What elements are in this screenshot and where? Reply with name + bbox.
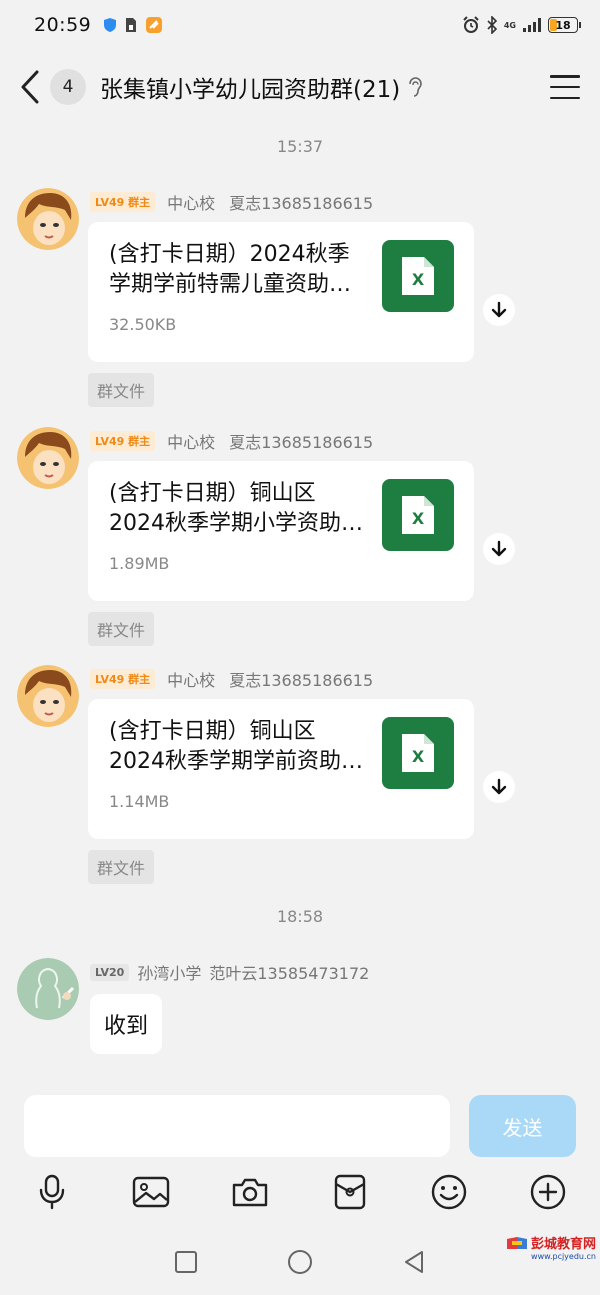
text-bubble[interactable]: 收到 bbox=[90, 994, 163, 1054]
message-timestamp: 15:37 bbox=[276, 137, 324, 156]
mic-button[interactable] bbox=[32, 1172, 72, 1212]
excel-file-icon: X bbox=[382, 479, 454, 551]
message-timestamp: 18:58 bbox=[276, 907, 324, 926]
chat-header: 4 张集镇小学幼儿园资助群(21) bbox=[0, 55, 600, 119]
avatar[interactable] bbox=[17, 427, 79, 489]
input-area: 发送 彭城教育网 www.pcjyedu.cn bbox=[0, 1086, 600, 1295]
file-card[interactable]: (含打卡日期）铜山区2024秋季学期学前资助名单.xlsx 1.14MB X bbox=[88, 699, 474, 839]
file-card[interactable]: (含打卡日期）铜山区2024秋季学期小学资助名单.xlsx 1.89MB X bbox=[88, 461, 474, 601]
level-badge: LV49 群主 bbox=[90, 192, 156, 212]
download-icon bbox=[491, 301, 507, 318]
excel-file-icon: X bbox=[382, 240, 454, 312]
recents-button[interactable] bbox=[174, 1250, 198, 1278]
status-bar: 20:59 4G 18 bbox=[0, 0, 600, 50]
chevron-left-icon bbox=[21, 70, 39, 104]
plus-icon bbox=[530, 1174, 566, 1210]
square-icon bbox=[175, 1251, 197, 1273]
svg-text:X: X bbox=[412, 270, 425, 289]
site-watermark: 彭城教育网 www.pcjyedu.cn bbox=[506, 1233, 596, 1261]
download-button[interactable] bbox=[483, 533, 515, 565]
sender-line: LV49 群主 中心校 夏志13685186615 bbox=[90, 190, 373, 214]
sender-line: LV20 孙湾小学 范叶云13585473172 bbox=[90, 960, 369, 984]
red-packet-button[interactable] bbox=[330, 1172, 370, 1212]
send-button[interactable]: 发送 bbox=[469, 1095, 576, 1157]
chat-title: 张集镇小学幼儿园资助群(21) bbox=[100, 77, 401, 103]
sim-card-icon bbox=[126, 18, 137, 32]
download-button[interactable] bbox=[483, 771, 515, 803]
sender-school: 中心校 bbox=[167, 433, 216, 452]
sender-name: 夏志13685186615 bbox=[229, 194, 374, 213]
download-icon bbox=[491, 778, 507, 795]
mic-icon bbox=[39, 1174, 65, 1210]
level-badge: LV49 群主 bbox=[90, 431, 156, 451]
file-name: (含打卡日期）2024秋季学期学前特需儿童资助名单.xlsx bbox=[109, 242, 352, 297]
unread-count-badge[interactable]: 4 bbox=[50, 69, 86, 105]
group-file-tag[interactable]: 群文件 bbox=[88, 850, 155, 884]
status-time: 20:59 bbox=[34, 14, 92, 36]
sender-school: 中心校 bbox=[167, 194, 216, 213]
app-notify-icon bbox=[146, 17, 163, 33]
menu-button[interactable] bbox=[550, 75, 580, 99]
bluetooth-icon bbox=[487, 16, 497, 34]
image-button[interactable] bbox=[131, 1172, 171, 1212]
back-nav-button[interactable] bbox=[402, 1249, 426, 1279]
camera-button[interactable] bbox=[230, 1172, 270, 1212]
download-icon bbox=[491, 540, 507, 557]
file-size: 32.50KB bbox=[109, 315, 177, 334]
svg-text:X: X bbox=[412, 747, 425, 766]
sender-school: 中心校 bbox=[167, 671, 216, 690]
group-file-tag[interactable]: 群文件 bbox=[88, 612, 155, 646]
signal-icon bbox=[523, 18, 541, 32]
home-button[interactable] bbox=[286, 1248, 314, 1280]
message-input[interactable] bbox=[24, 1095, 450, 1157]
red-packet-icon bbox=[334, 1174, 365, 1210]
more-button[interactable] bbox=[528, 1172, 568, 1212]
network-type: 4G bbox=[503, 20, 516, 30]
file-name: (含打卡日期）铜山区2024秋季学期小学资助名单.xlsx bbox=[109, 481, 363, 536]
download-button[interactable] bbox=[483, 294, 515, 326]
avatar[interactable] bbox=[17, 958, 79, 1020]
emoji-icon bbox=[431, 1174, 466, 1210]
file-size: 1.89MB bbox=[109, 554, 170, 573]
sender-name: 夏志13685186615 bbox=[229, 671, 374, 690]
svg-text:X: X bbox=[412, 509, 425, 528]
sender-name: 夏志13685186615 bbox=[229, 433, 374, 452]
file-card[interactable]: (含打卡日期）2024秋季学期学前特需儿童资助名单.xlsx 32.50KB X bbox=[88, 222, 474, 362]
sender-line: LV49 群主 中心校 夏志13685186615 bbox=[90, 429, 373, 453]
file-name: (含打卡日期）铜山区2024秋季学期学前资助名单.xlsx bbox=[109, 719, 363, 774]
file-size: 1.14MB bbox=[109, 792, 170, 811]
book-logo-icon bbox=[506, 1236, 527, 1249]
earpiece-mode-icon bbox=[408, 77, 423, 97]
input-toolbar bbox=[0, 1172, 600, 1216]
group-file-tag[interactable]: 群文件 bbox=[88, 373, 155, 407]
emoji-button[interactable] bbox=[429, 1172, 469, 1212]
shield-icon bbox=[104, 18, 117, 32]
image-icon bbox=[132, 1176, 170, 1208]
level-badge: LV20 bbox=[90, 963, 130, 981]
avatar[interactable] bbox=[17, 665, 79, 727]
sender-line: LV49 群主 中心校 夏志13685186615 bbox=[90, 667, 373, 691]
triangle-back-icon bbox=[405, 1251, 423, 1273]
alarm-icon bbox=[463, 16, 479, 33]
avatar[interactable] bbox=[17, 188, 79, 250]
sender-name: 范叶云13585473172 bbox=[209, 964, 370, 983]
circle-icon bbox=[288, 1250, 312, 1274]
back-button[interactable] bbox=[20, 67, 46, 107]
level-badge: LV49 群主 bbox=[90, 669, 156, 689]
battery-indicator: 18 bbox=[548, 17, 581, 33]
excel-file-icon: X bbox=[382, 717, 454, 789]
camera-icon bbox=[233, 1178, 268, 1207]
sender-school: 孙湾小学 bbox=[137, 964, 202, 983]
